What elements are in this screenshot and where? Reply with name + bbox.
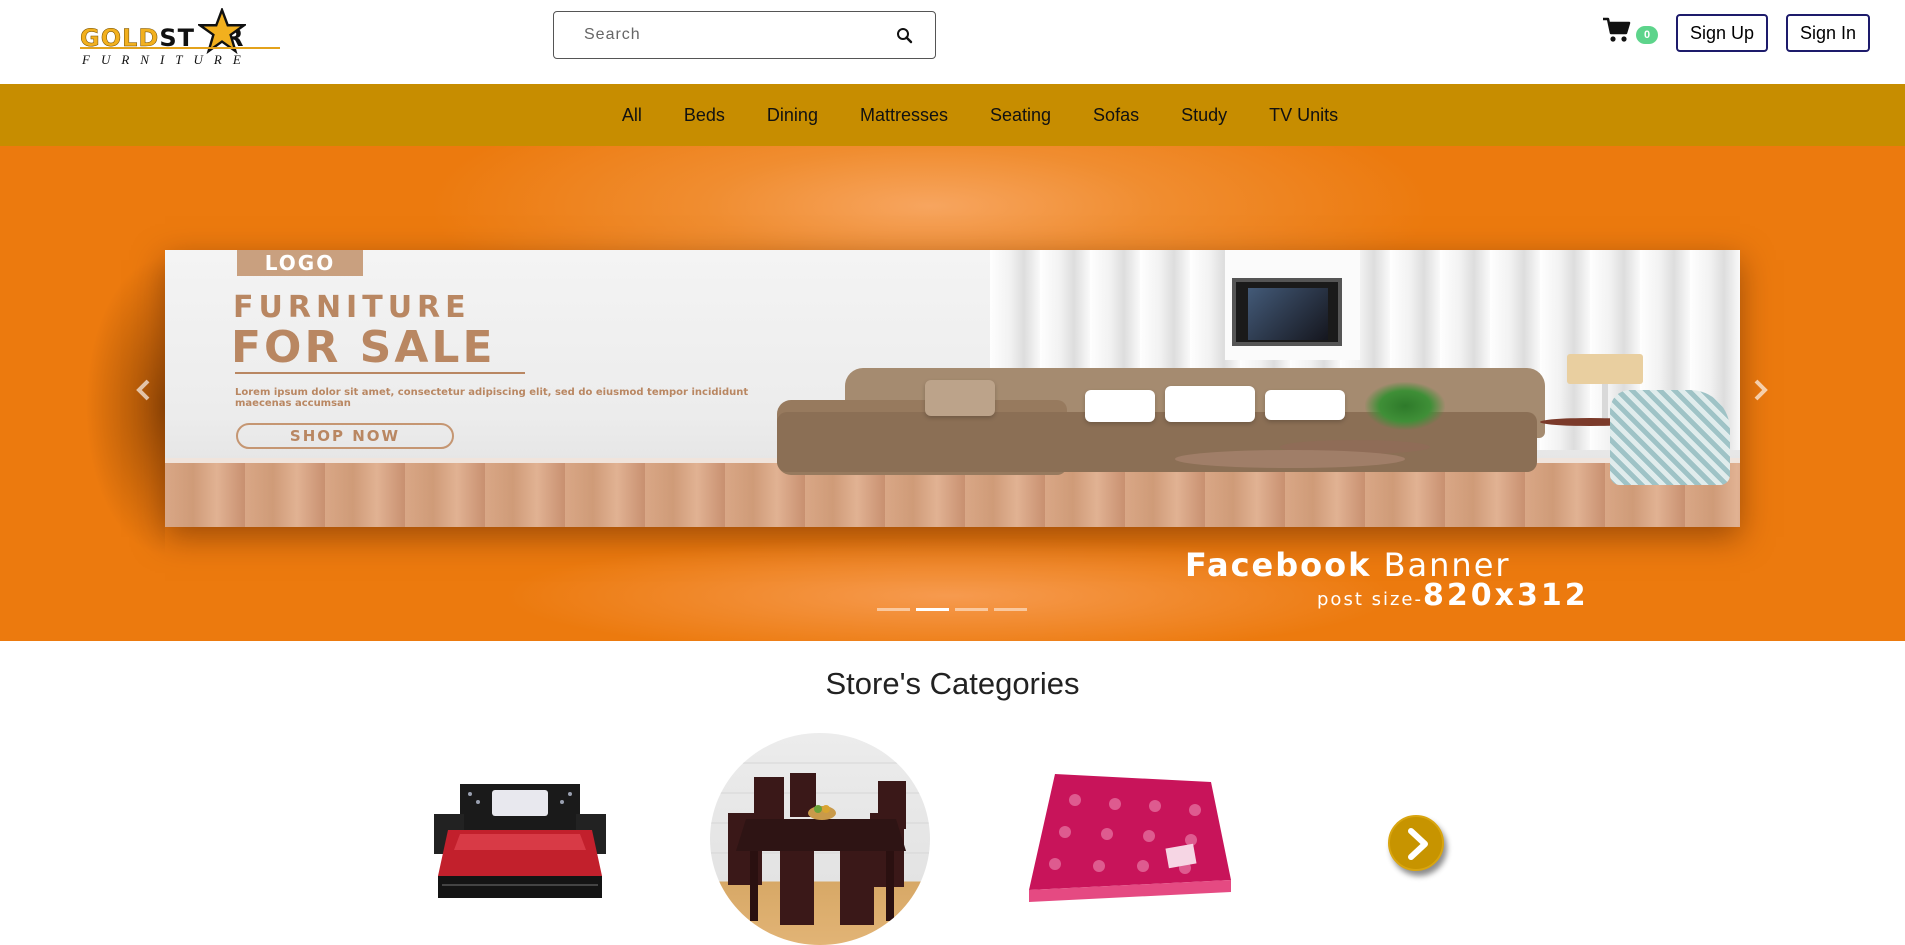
banner-body-text: Lorem ipsum dolor sit amet, consectetur …	[235, 387, 749, 409]
carousel-indicator[interactable]	[955, 608, 988, 611]
banner-title-line1: FURNITURE	[233, 290, 471, 325]
logo-tagline: FURNITURE	[82, 52, 252, 67]
carousel-next-button[interactable]	[1746, 376, 1776, 406]
carousel-indicator[interactable]	[877, 608, 910, 611]
banner-shop-now-button[interactable]: SHOP NOW	[236, 423, 454, 449]
shopping-cart-icon[interactable]	[1602, 16, 1632, 44]
nav-item-dining[interactable]: Dining	[746, 105, 839, 126]
carousel-slide-banner[interactable]: LOGO FURNITURE FOR SALE Lorem ipsum dolo…	[165, 250, 1740, 527]
tv-graphic	[1232, 278, 1342, 346]
coffee-table-graphic	[1175, 450, 1405, 468]
sign-up-button[interactable]: Sign Up	[1676, 14, 1768, 52]
banner-logo: LOGO	[237, 250, 363, 276]
chevron-right-icon	[1408, 828, 1428, 860]
mattress-image	[1029, 774, 1231, 902]
chevron-right-icon	[1754, 379, 1768, 401]
category-bed-card[interactable]	[430, 780, 610, 910]
carousel-indicator-active[interactable]	[916, 608, 949, 611]
cart-count-badge: 0	[1636, 26, 1658, 44]
lamp-graphic	[1567, 354, 1643, 384]
logo-underline	[80, 47, 280, 49]
banner-caption-size: post size-820x312	[1317, 578, 1589, 613]
carousel-indicator[interactable]	[994, 608, 1027, 611]
nav-item-tv-units[interactable]: TV Units	[1248, 105, 1359, 126]
banner-title-line2: FOR SALE	[231, 322, 496, 373]
brand-logo[interactable]: GOLDST R FURNITURE	[80, 8, 285, 70]
bed-image	[434, 784, 606, 898]
carousel-indicators	[877, 608, 1027, 614]
nav-item-all[interactable]: All	[601, 105, 663, 126]
nav-item-seating[interactable]: Seating	[969, 105, 1072, 126]
dining-set-image	[710, 762, 930, 925]
search-icon[interactable]	[895, 26, 915, 46]
nav-item-study[interactable]: Study	[1160, 105, 1248, 126]
plant-graphic	[1365, 382, 1445, 430]
search-input[interactable]	[584, 24, 884, 46]
sign-in-button[interactable]: Sign In	[1786, 14, 1870, 52]
category-mattress-card[interactable]	[1025, 770, 1235, 905]
chevron-left-icon	[136, 379, 150, 401]
carousel-prev-button[interactable]	[128, 376, 158, 406]
category-nav: All Beds Dining Mattresses Seating Sofas…	[0, 84, 1905, 146]
nav-item-mattresses[interactable]: Mattresses	[839, 105, 969, 126]
hero-carousel: LOGO FURNITURE FOR SALE Lorem ipsum dolo…	[0, 146, 1905, 641]
site-header: GOLDSTR FURNITURE 0 Sign Up Sign In	[0, 0, 1905, 84]
nav-item-beds[interactable]: Beds	[663, 105, 746, 126]
categories-heading: Store's Categories	[825, 666, 1080, 701]
nav-item-sofas[interactable]: Sofas	[1072, 105, 1160, 126]
search-box[interactable]	[553, 11, 936, 59]
armchair-graphic	[1610, 390, 1730, 485]
categories-next-button[interactable]	[1388, 815, 1444, 871]
cart[interactable]: 0	[1602, 16, 1662, 46]
category-dining-card[interactable]	[710, 733, 930, 945]
